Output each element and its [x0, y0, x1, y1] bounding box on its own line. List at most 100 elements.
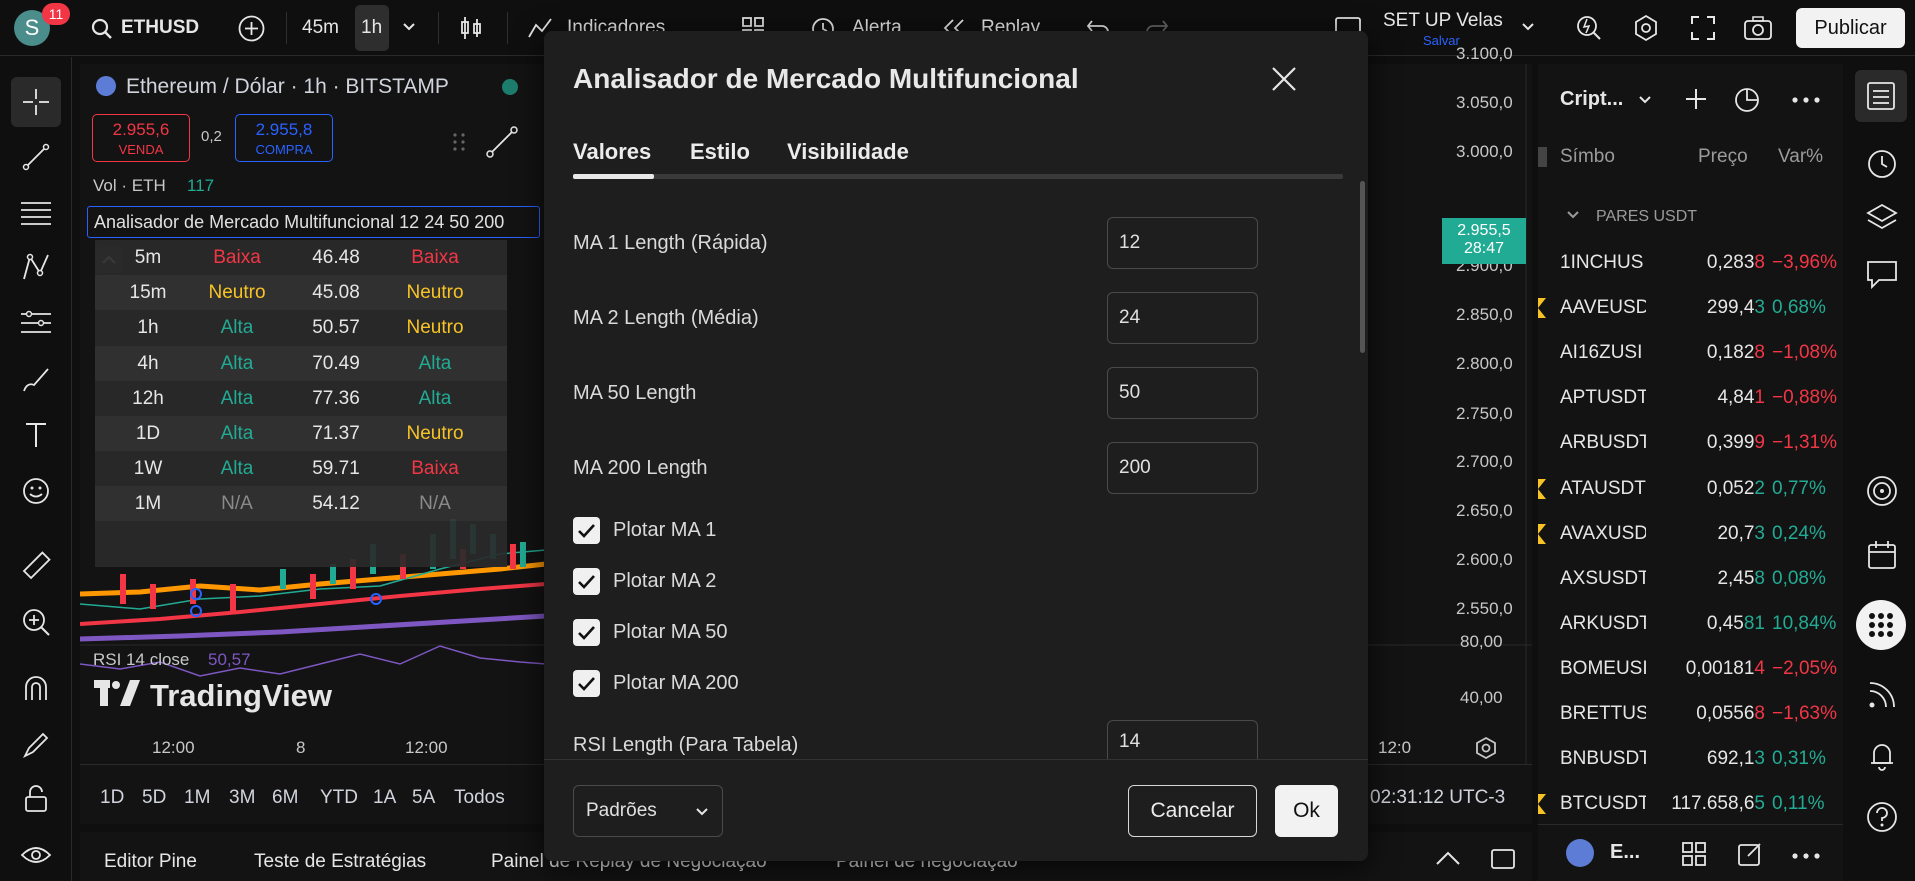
range-ytd[interactable]: YTD — [320, 787, 358, 809]
rsi-length-input[interactable]: 14 — [1107, 720, 1258, 759]
sell-button[interactable]: 2.955,6 VENDA — [92, 114, 190, 162]
plot-ma-checkbox-0[interactable] — [573, 517, 600, 544]
footer-symbol[interactable]: E... — [1610, 841, 1640, 864]
lock-icon[interactable] — [16, 779, 56, 819]
ruler-icon[interactable] — [16, 546, 56, 586]
camera-icon[interactable] — [1743, 15, 1773, 41]
cancel-button[interactable]: Cancelar — [1128, 785, 1257, 837]
grid-icon[interactable] — [1680, 840, 1708, 868]
watchlist-row[interactable]: AXSUSDT 2,458 0,08% — [1538, 557, 1843, 602]
chat-icon[interactable] — [1861, 253, 1903, 295]
checkbox-label[interactable]: Plotar MA 200 — [613, 672, 739, 695]
watchlist-title[interactable]: Cript... — [1560, 88, 1623, 111]
col-price[interactable]: Preço — [1698, 146, 1748, 168]
alerts-clock-icon[interactable] — [1861, 142, 1903, 184]
range-5d[interactable]: 5D — [142, 787, 166, 809]
zoom-in-icon[interactable] — [16, 602, 56, 642]
calendar-icon[interactable] — [1861, 534, 1903, 576]
publish-button[interactable]: Publicar — [1796, 8, 1905, 48]
ok-button[interactable]: Ok — [1275, 785, 1338, 837]
chevron-down-icon[interactable] — [1638, 95, 1652, 105]
fib-icon[interactable] — [16, 192, 56, 232]
plot-ma-checkbox-3[interactable] — [573, 670, 600, 697]
fullscreen-icon[interactable] — [1690, 15, 1716, 41]
forecast-icon[interactable] — [16, 303, 56, 343]
help-icon[interactable] — [1861, 796, 1903, 838]
ma-length-input-0[interactable]: 12 — [1107, 217, 1258, 269]
watchlist-row[interactable]: APTUSDT 4,841 −0,88% — [1538, 376, 1843, 421]
magnet-icon[interactable] — [16, 669, 56, 709]
watchlist-row[interactable]: AI16ZUSI 0,1828 −1,08% — [1538, 331, 1843, 376]
watchlist-row[interactable]: BNBUSDT 692,13 0,31% — [1538, 737, 1843, 782]
checkbox-label[interactable]: Plotar MA 50 — [613, 621, 728, 644]
quick-search-icon[interactable] — [1575, 14, 1603, 42]
close-icon[interactable] — [1269, 64, 1299, 94]
advanced-view-icon[interactable] — [1732, 84, 1762, 114]
checkbox-label[interactable]: Plotar MA 2 — [613, 570, 716, 593]
group-label[interactable]: PARES USDT — [1596, 208, 1697, 226]
text-icon[interactable] — [16, 415, 56, 455]
watchlist-row[interactable]: AVAXUSD 20,73 0,24% — [1538, 512, 1843, 557]
layers-icon[interactable] — [1861, 197, 1903, 239]
trend-line-tool-icon[interactable] — [482, 122, 522, 162]
tab-values[interactable]: Valores — [573, 139, 651, 165]
watchlist-row[interactable]: BRETTUS 0,05568 −1,63% — [1538, 692, 1843, 737]
add-symbol-icon[interactable] — [1683, 86, 1709, 112]
range-5a[interactable]: 5A — [412, 787, 435, 809]
range-1d[interactable]: 1D — [100, 787, 124, 809]
watchlist-icon[interactable] — [1855, 70, 1907, 122]
chevron-down-icon[interactable] — [1566, 210, 1580, 220]
trend-line-icon[interactable] — [16, 137, 56, 177]
symbol-search[interactable]: ETHUSD — [121, 17, 199, 39]
notifications-icon[interactable] — [1861, 734, 1903, 776]
crosshair-icon[interactable] — [11, 77, 61, 127]
watchlist-row[interactable]: BTCUSDT 117.658,65 0,11% — [1538, 782, 1843, 827]
chevron-down-icon[interactable] — [402, 22, 416, 32]
target-icon[interactable] — [1861, 470, 1903, 512]
range-todos[interactable]: Todos — [454, 787, 505, 809]
stay-drawing-icon[interactable] — [16, 725, 56, 765]
watchlist-row[interactable]: 1INCHUS 0,2838 −3,96% — [1538, 241, 1843, 286]
range-1a[interactable]: 1A — [373, 787, 396, 809]
plot-ma-checkbox-2[interactable] — [573, 619, 600, 646]
more-icon[interactable] — [1791, 96, 1821, 104]
chevron-up-icon[interactable] — [1435, 850, 1461, 866]
ma-length-input-2[interactable]: 50 — [1107, 367, 1258, 419]
watchlist-row[interactable]: AAVEUSD 299,43 0,68% — [1538, 286, 1843, 331]
more-icon[interactable] — [1791, 852, 1821, 860]
drag-handle-icon[interactable] — [452, 132, 466, 152]
range-1m[interactable]: 1M — [184, 787, 210, 809]
col-change[interactable]: Var% — [1778, 146, 1823, 168]
flag-icon[interactable] — [1538, 147, 1547, 167]
tab-style[interactable]: Estilo — [690, 139, 750, 165]
eye-icon[interactable] — [16, 835, 56, 875]
bottom-tab-1[interactable]: Teste de Estratégias — [254, 851, 426, 873]
buy-button[interactable]: 2.955,8 COMPRA — [235, 114, 333, 162]
chart-settings-icon[interactable] — [1474, 736, 1498, 760]
clock[interactable]: 02:31:12 UTC-3 — [1370, 787, 1505, 809]
col-symbol[interactable]: Símbo — [1560, 146, 1615, 168]
defaults-dropdown[interactable]: Padrões — [573, 785, 723, 837]
maximize-panel-icon[interactable] — [1490, 848, 1516, 870]
broadcast-icon[interactable] — [1861, 674, 1903, 716]
chart-title[interactable]: Ethereum / Dólar · 1h · BITSTAMP — [126, 75, 449, 99]
tab-visibility[interactable]: Visibilidade — [787, 139, 909, 165]
layout-save[interactable]: Salvar — [1423, 33, 1460, 48]
watchlist-row[interactable]: BOMEUSI 0,001814 −2,05% — [1538, 647, 1843, 692]
range-3m[interactable]: 3M — [229, 787, 255, 809]
checkbox-label[interactable]: Plotar MA 1 — [613, 519, 716, 542]
ma-length-input-3[interactable]: 200 — [1107, 442, 1258, 494]
search-icon[interactable] — [91, 18, 113, 40]
settings-icon[interactable] — [1632, 14, 1660, 42]
compare-add-icon[interactable] — [238, 15, 265, 42]
edit-icon[interactable] — [1736, 840, 1764, 868]
chevron-down-icon[interactable] — [1521, 22, 1535, 32]
brush-icon[interactable] — [16, 359, 56, 399]
layout-name[interactable]: SET UP Velas — [1383, 10, 1503, 32]
watchlist-row[interactable]: ARBUSDT 0,3999 −1,31% — [1538, 421, 1843, 466]
interval-45m[interactable]: 45m — [302, 17, 339, 39]
plot-ma-checkbox-1[interactable] — [573, 568, 600, 595]
patterns-icon[interactable] — [16, 247, 56, 287]
ma-length-input-1[interactable]: 24 — [1107, 292, 1258, 344]
emoji-icon[interactable] — [16, 471, 56, 511]
